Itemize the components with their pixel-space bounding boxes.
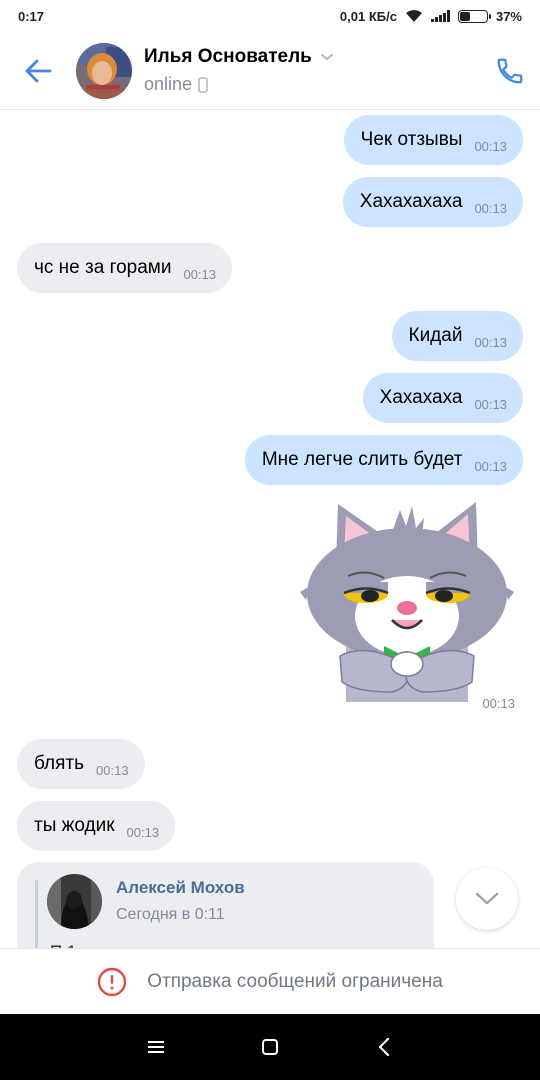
menu-icon [148, 1041, 164, 1053]
alert-circle-icon [98, 967, 127, 996]
message-row: чс не за горами 00:13 [0, 243, 540, 293]
message-time: 00:13 [474, 138, 507, 154]
chevron-down-icon [475, 892, 499, 905]
incoming-message[interactable]: блять 00:13 [17, 739, 145, 789]
forward-author-name[interactable]: Алексей Мохов [116, 878, 245, 898]
forwarded-message[interactable]: Алексей Мохов Сегодня в 0:11 П 1 [17, 862, 434, 948]
message-text: Хахахахаха [359, 191, 463, 212]
message-row: Хахахаха 00:13 [0, 373, 540, 423]
restricted-text: Отправка сообщений ограничена [147, 970, 443, 992]
message-list[interactable]: Чек отзывы 00:13 Хахахахаха 00:13 чс не … [0, 110, 540, 948]
home-button[interactable] [255, 1032, 285, 1062]
message-text: Кидай [408, 325, 463, 346]
home-square-icon [262, 1039, 278, 1055]
status-bar: 0:17 0,01 КБ/с 37% [0, 0, 540, 32]
forward-author-avatar[interactable] [47, 874, 102, 929]
chat-screen: 0:17 0,01 КБ/с 37% Илья Основатель onlin… [0, 0, 540, 1080]
outgoing-message[interactable]: Чек отзывы 00:13 [343, 115, 523, 165]
message-row: Кидай 00:13 [0, 311, 540, 361]
message-text: блять [34, 753, 85, 774]
message-text: Мне легче слить будет [261, 449, 463, 470]
network-speed: 0,01 КБ/с [339, 8, 397, 24]
forward-time: Сегодня в 0:11 [116, 906, 225, 923]
message-time: 00:13 [482, 696, 515, 711]
phone-icon [497, 58, 523, 83]
message-time: 00:13 [126, 824, 160, 840]
incoming-message[interactable]: ты жодик 00:13 [17, 801, 176, 851]
grey-cat-sticker [300, 502, 514, 702]
message-time: 00:13 [96, 762, 129, 778]
contact-status: online [144, 74, 193, 94]
forward-indicator-line [35, 880, 38, 948]
message-row: блять 00:13 [0, 739, 540, 789]
contact-name: Илья Основатель [144, 46, 312, 67]
sticker-message[interactable]: 00:13 [0, 496, 540, 718]
arrow-left-icon [25, 59, 52, 82]
scroll-down-button[interactable] [456, 868, 518, 930]
system-back-button[interactable] [369, 1032, 399, 1062]
chat-header: Илья Основатель online [0, 32, 540, 110]
outgoing-message[interactable]: Кидай 00:13 [391, 311, 523, 361]
outgoing-message[interactable]: Мне легче слить будет 00:13 [244, 435, 523, 485]
mobile-device-icon [198, 76, 208, 93]
chevron-down-icon [320, 54, 333, 61]
incoming-message[interactable]: чс не за горами 00:13 [17, 243, 233, 293]
message-row: ты жодик 00:13 [0, 801, 540, 851]
outgoing-message[interactable]: Хахахаха 00:13 [362, 373, 523, 423]
contact-info[interactable]: Илья Основатель online [144, 46, 480, 95]
message-time: 00:13 [474, 458, 507, 474]
call-button[interactable] [480, 56, 540, 86]
signal-icon [430, 10, 450, 22]
outgoing-message[interactable]: Хахахахаха 00:13 [342, 177, 523, 227]
message-text: чс не за горами [34, 257, 172, 278]
system-navigation-bar [0, 1014, 540, 1080]
message-text: Чек отзывы [360, 129, 463, 150]
message-time: 00:13 [474, 334, 507, 350]
messaging-restricted-banner: Отправка сообщений ограничена [0, 948, 540, 1014]
message-time: 00:13 [474, 200, 507, 216]
message-text: ты жодик [34, 815, 115, 836]
message-text: Хахахаха [379, 387, 463, 408]
battery-percent: 37% [495, 8, 522, 24]
message-row: Хахахахаха 00:13 [0, 177, 540, 227]
wifi-icon [405, 10, 422, 22]
message-row: Мне легче слить будет 00:13 [0, 435, 540, 485]
battery-icon [457, 9, 491, 23]
contact-avatar[interactable] [76, 42, 132, 99]
chevron-left-icon [378, 1037, 390, 1057]
message-time: 00:13 [183, 266, 217, 282]
menu-button[interactable] [141, 1032, 171, 1062]
message-time: 00:13 [474, 396, 507, 412]
back-button[interactable] [0, 32, 76, 110]
message-row: Чек отзывы 00:13 [0, 115, 540, 165]
status-time: 0:17 [18, 8, 45, 24]
